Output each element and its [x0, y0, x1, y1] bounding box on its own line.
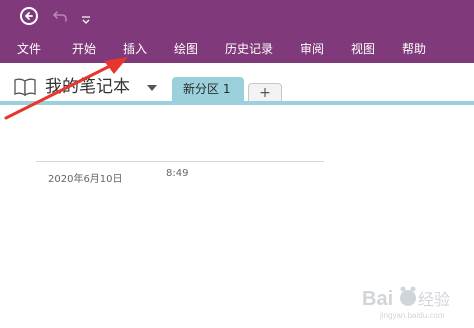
back-icon — [25, 12, 33, 20]
tab-history[interactable]: 历史记录 — [225, 40, 273, 58]
tab-draw[interactable]: 绘图 — [174, 40, 198, 58]
undo-button[interactable] — [52, 8, 70, 24]
title-bar — [0, 0, 474, 33]
section-tab[interactable]: 新分区 1 — [172, 77, 244, 102]
tab-help[interactable]: 帮助 — [402, 40, 426, 58]
tab-review[interactable]: 审阅 — [300, 40, 324, 58]
add-section-button[interactable]: + — [248, 83, 282, 102]
annotation-arrow — [4, 57, 128, 120]
caret-down-icon[interactable] — [146, 84, 158, 92]
page-title-line[interactable] — [36, 161, 324, 162]
undo-icon — [53, 11, 67, 22]
onenote-window: 文件 开始 插入 绘图 历史记录 审阅 视图 帮助 我的笔记本 新分区 1 + … — [0, 0, 474, 328]
tab-view[interactable]: 视图 — [351, 40, 375, 58]
customize-quick-access-button[interactable] — [80, 10, 92, 24]
plus-icon: + — [259, 85, 271, 101]
chevron-down-icon — [82, 16, 90, 24]
page-time: 8:49 — [166, 168, 189, 179]
baidu-watermark-logo: Bai 经验 jingyan.baidu.com — [362, 286, 450, 320]
svg-text:经验: 经验 — [418, 291, 450, 309]
page-date: 2020年6月10日 — [48, 174, 123, 185]
back-button[interactable] — [20, 7, 38, 25]
svg-text:jingyan.baidu.com: jingyan.baidu.com — [379, 311, 445, 320]
svg-text:Bai: Bai — [362, 288, 393, 310]
